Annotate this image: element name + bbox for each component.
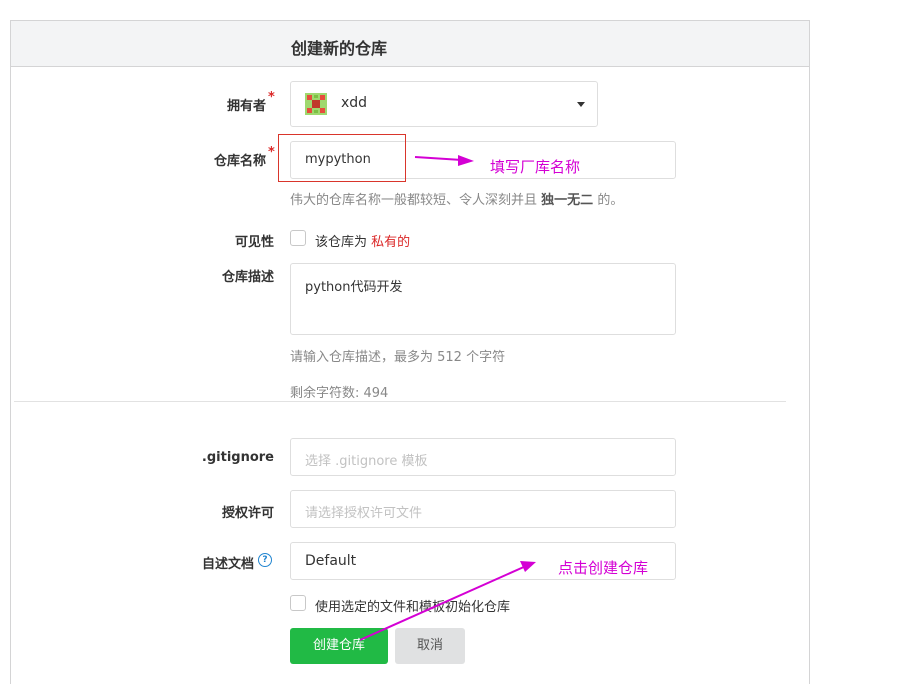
remaining-chars: 剩余字符数: 494 [290, 386, 389, 401]
annotation-create-note: 点击创建仓库 [558, 559, 649, 577]
description-textarea[interactable]: python代码开发 [290, 263, 676, 335]
annotation-name-note: 填写厂库名称 [490, 158, 581, 176]
description-value: python代码开发 [305, 280, 403, 295]
visibility-label: 可见性 [234, 235, 274, 250]
private-checkbox[interactable] [290, 230, 306, 246]
owner-label: 拥有者 [226, 99, 266, 114]
private-checkbox-label: 该仓库为 私有的 [315, 231, 410, 250]
private-text: 私有的 [371, 235, 411, 250]
chevron-down-icon [577, 102, 585, 107]
hint-prefix: 伟大的仓库名称一般都较短、令人深刻并且 [290, 193, 538, 208]
license-label: 授权许可 [221, 506, 274, 521]
readme-value: Default [305, 553, 357, 569]
question-circle-icon[interactable]: ? [258, 553, 272, 567]
gitignore-placeholder: 选择 .gitignore 模板 [305, 454, 428, 469]
hint-bold: 独一无二 [541, 193, 594, 208]
panel-header: 创建新的仓库 [11, 21, 809, 67]
annotation-highlight-box [278, 134, 406, 182]
repo-name-hint: 伟大的仓库名称一般都较短、令人深刻并且 独一无二 的。 [290, 189, 623, 208]
page-title: 创建新的仓库 [291, 39, 388, 58]
visibility-text: 该仓库为 [315, 235, 368, 250]
cancel-button[interactable]: 取消 [395, 628, 465, 664]
description-hint: 请输入仓库描述，最多为 512 个字符 [290, 350, 506, 365]
owner-dropdown[interactable]: xdd [290, 81, 598, 127]
license-placeholder: 请选择授权许可文件 [305, 506, 423, 521]
repo-name-label: 仓库名称 [213, 154, 266, 169]
hint-suffix: 的。 [597, 193, 624, 208]
owner-required-mark: * [268, 90, 275, 105]
license-dropdown[interactable]: 请选择授权许可文件 [290, 490, 676, 528]
identicon-avatar-icon [305, 93, 327, 115]
owner-value: xdd [341, 95, 368, 111]
gitignore-label: .gitignore [201, 450, 274, 465]
repo-name-required-mark: * [268, 145, 275, 160]
readme-label: 自述文档 [201, 557, 254, 572]
create-repo-button[interactable]: 创建仓库 [290, 628, 388, 664]
description-label: 仓库描述 [221, 270, 274, 285]
auto-init-checkbox[interactable] [290, 595, 306, 611]
section-divider [14, 401, 786, 402]
gitignore-dropdown[interactable]: 选择 .gitignore 模板 [290, 438, 676, 476]
auto-init-label: 使用选定的文件和模板初始化仓库 [315, 600, 511, 615]
